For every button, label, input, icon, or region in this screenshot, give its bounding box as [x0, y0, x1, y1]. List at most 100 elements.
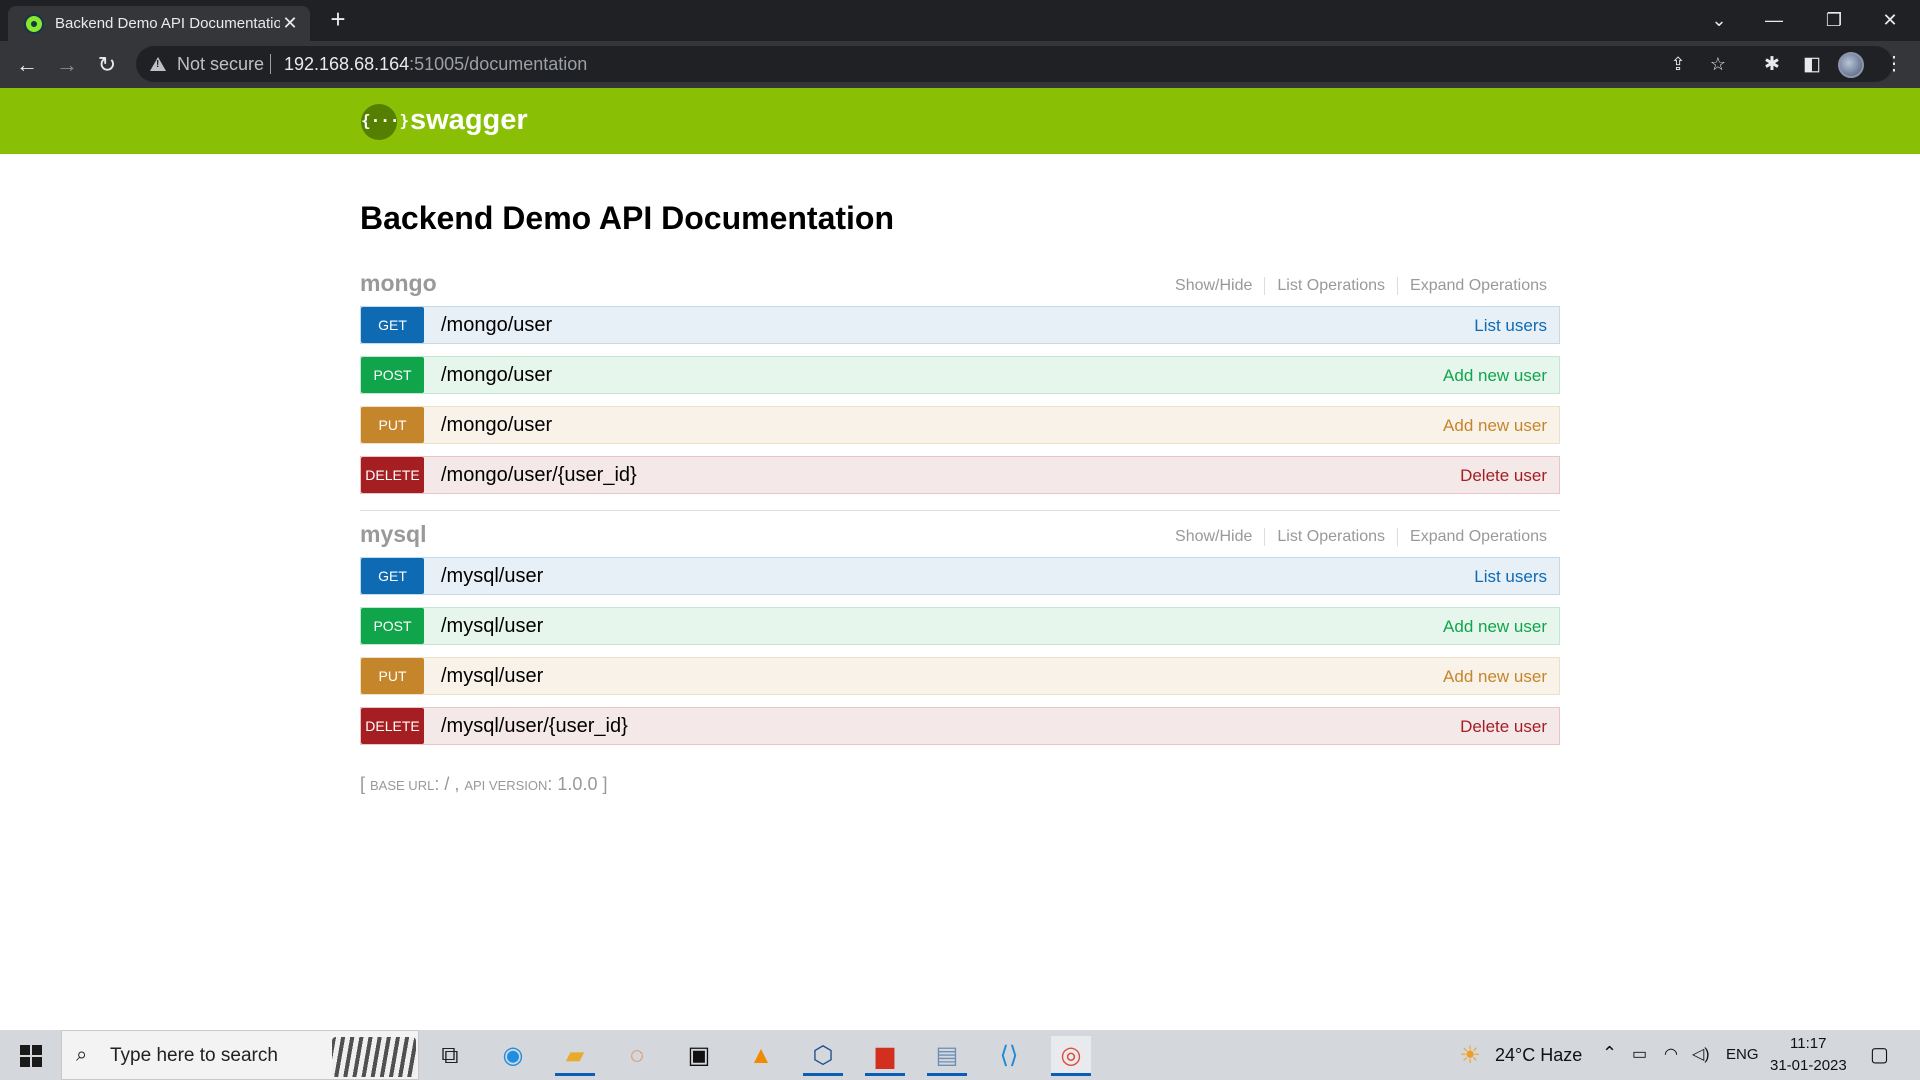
show-hide-link[interactable]: Show/Hide [1163, 277, 1266, 295]
operation-summary[interactable]: Add new user [1443, 416, 1547, 436]
footer-close-bracket: ] [597, 774, 608, 794]
operation-summary[interactable]: Add new user [1443, 617, 1547, 637]
terminal-icon[interactable]: ▣ [679, 1036, 719, 1076]
clock-date[interactable]: 31-01-2023 [1770, 1057, 1847, 1074]
operation-summary[interactable]: List users [1474, 316, 1547, 336]
operation-row[interactable]: PUT /mongo/user Add new user [360, 406, 1560, 444]
minimize-icon[interactable]: — [1760, 6, 1788, 34]
resource-divider [360, 510, 1560, 511]
operation-path[interactable]: /mysql/user [441, 665, 543, 688]
operation-row[interactable]: GET /mongo/user List users [360, 306, 1560, 344]
virtualbox-icon[interactable]: ⬡ [803, 1036, 843, 1076]
operation-row[interactable]: POST /mongo/user Add new user [360, 356, 1560, 394]
operation-path[interactable]: /mysql/user/{user_id} [441, 715, 628, 738]
browser-tab[interactable]: Backend Demo API Documentation ✕ [8, 6, 310, 41]
new-tab-icon[interactable]: + [326, 6, 350, 32]
battery-icon[interactable]: ▭ [1632, 1044, 1647, 1064]
weather-sun-icon: ☀ [1459, 1042, 1481, 1069]
method-badge[interactable]: PUT [361, 658, 424, 694]
restore-icon[interactable]: ❐ [1820, 6, 1848, 34]
operation-row[interactable]: DELETE /mongo/user/{user_id} Delete user [360, 456, 1560, 494]
method-badge[interactable]: PUT [361, 407, 424, 443]
task-view-icon[interactable]: ⧉ [430, 1036, 470, 1076]
tab-search-chevron-icon[interactable]: ⌄ [1705, 6, 1733, 34]
expand-operations-link[interactable]: Expand Operations [1398, 277, 1547, 295]
extensions-puzzle-icon[interactable]: ✱ [1758, 51, 1786, 79]
url-host: 192.168.68.164 [284, 54, 410, 74]
footer-open-bracket: [ [360, 774, 371, 794]
taskbar-search-box[interactable]: ⌕ Type here to search [61, 1030, 419, 1080]
swagger-brand[interactable]: swagger [410, 104, 528, 137]
method-badge[interactable]: GET [361, 558, 424, 594]
operation-path[interactable]: /mongo/user/{user_id} [441, 464, 637, 487]
windows-start-icon[interactable] [20, 1045, 42, 1067]
forward-icon[interactable]: → [53, 51, 81, 79]
method-badge[interactable]: POST [361, 357, 424, 393]
expand-operations-link[interactable]: Expand Operations [1398, 528, 1547, 546]
bookmark-star-icon[interactable]: ☆ [1706, 52, 1730, 76]
chrome-icon[interactable]: ◎ [1051, 1036, 1091, 1076]
profile-avatar[interactable] [1838, 52, 1864, 78]
method-badge[interactable]: POST [361, 608, 424, 644]
tray-chevron-up-icon[interactable]: ⌃ [1602, 1043, 1617, 1064]
wifi-icon[interactable]: ◠ [1664, 1044, 1678, 1064]
close-tab-icon[interactable]: ✕ [280, 13, 300, 33]
search-highlight-zebra-image [332, 1037, 416, 1077]
operation-path[interactable]: /mongo/user [441, 314, 552, 337]
operation-row[interactable]: GET /mysql/user List users [360, 557, 1560, 595]
operation-row[interactable]: POST /mysql/user Add new user [360, 607, 1560, 645]
windows-taskbar: ⌕ Type here to search ⧉ ◉ ▰ ◌ ▣ ▲ ⬡ ▆ ▤ … [0, 1030, 1920, 1080]
url-path: :51005/documentation [409, 54, 588, 74]
page-title: Backend Demo API Documentation [360, 200, 895, 236]
resource-name[interactable]: mongo [360, 270, 437, 297]
notifications-icon[interactable]: ▢ [1870, 1042, 1889, 1067]
weather-text[interactable]: 24°C Haze [1495, 1045, 1582, 1066]
operation-summary[interactable]: Delete user [1460, 717, 1547, 737]
edge-browser-icon[interactable]: ◉ [493, 1036, 533, 1076]
operation-summary[interactable]: Add new user [1443, 366, 1547, 386]
reload-icon[interactable]: ↻ [93, 51, 121, 79]
taskbar-search-placeholder: Type here to search [110, 1045, 278, 1066]
jupyter-icon[interactable]: ◌ [617, 1036, 657, 1076]
vlc-icon[interactable]: ▲ [741, 1036, 781, 1076]
operation-path[interactable]: /mysql/user [441, 615, 543, 638]
not-secure-label[interactable]: Not secure [177, 54, 264, 75]
search-icon: ⌕ [76, 1044, 88, 1066]
image-viewer-icon[interactable]: ▤ [927, 1036, 967, 1076]
back-icon[interactable]: ← [13, 51, 41, 79]
vscode-icon[interactable]: ⟨⟩ [989, 1036, 1029, 1076]
language-indicator[interactable]: ENG [1726, 1046, 1759, 1063]
address-bar[interactable]: Not secure 192.168.68.164:51005/document… [136, 46, 1893, 82]
method-badge[interactable]: DELETE [361, 708, 424, 744]
volume-icon[interactable]: ◁) [1692, 1044, 1710, 1064]
clock-time[interactable]: 11:17 [1790, 1035, 1826, 1052]
resource-name[interactable]: mysql [360, 521, 426, 548]
resource-actions: Show/Hide List Operations Expand Operation… [1163, 528, 1547, 546]
url-text[interactable]: 192.168.68.164:51005/documentation [284, 54, 587, 75]
close-window-icon[interactable]: ✕ [1876, 6, 1904, 34]
operation-summary[interactable]: List users [1474, 567, 1547, 587]
base-url-value: : / , [434, 774, 465, 794]
operation-row[interactable]: DELETE /mysql/user/{user_id} Delete user [360, 707, 1560, 745]
tab-title: Backend Demo API Documentation [55, 15, 280, 32]
list-operations-link[interactable]: List Operations [1265, 277, 1399, 295]
operation-summary[interactable]: Delete user [1460, 466, 1547, 486]
operation-path[interactable]: /mongo/user [441, 414, 552, 437]
list-operations-link[interactable]: List Operations [1265, 528, 1399, 546]
file-explorer-icon[interactable]: ▰ [555, 1036, 595, 1076]
share-icon[interactable]: ⇪ [1666, 52, 1690, 76]
side-panel-icon[interactable]: ◧ [1798, 51, 1826, 79]
method-badge[interactable]: DELETE [361, 457, 424, 493]
menu-kebab-icon[interactable]: ⋮ [1880, 51, 1908, 79]
show-hide-link[interactable]: Show/Hide [1163, 528, 1266, 546]
method-badge[interactable]: GET [361, 307, 424, 343]
operation-path[interactable]: /mongo/user [441, 364, 552, 387]
api-version-value: : 1.0.0 [547, 774, 598, 794]
browser-tab-bar: Backend Demo API Documentation ✕ + ⌄ — ❐… [0, 0, 1920, 41]
swagger-logo-icon[interactable]: {···} [361, 104, 409, 140]
operation-path[interactable]: /mysql/user [441, 565, 543, 588]
app-red-icon[interactable]: ▆ [865, 1036, 905, 1076]
operation-summary[interactable]: Add new user [1443, 667, 1547, 687]
resource-actions: Show/Hide List Operations Expand Operation… [1163, 277, 1547, 295]
operation-row[interactable]: PUT /mysql/user Add new user [360, 657, 1560, 695]
